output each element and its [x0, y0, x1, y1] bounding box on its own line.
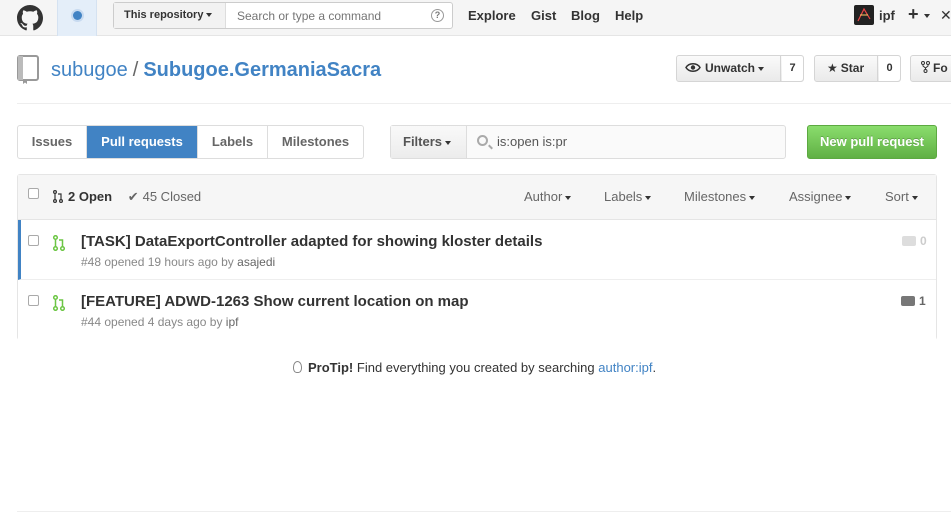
star-button-group: ★ Star 0: [814, 55, 901, 82]
closed-filter-link[interactable]: ✔ 45 Closed: [128, 189, 201, 204]
comment-icon: [901, 296, 915, 306]
list-item: [FEATURE] ADWD-1263 Show current locatio…: [18, 280, 936, 340]
row-checkbox[interactable]: [28, 235, 39, 246]
nav-blog[interactable]: Blog: [571, 8, 600, 23]
pull-request-title-link[interactable]: [TASK] DataExportController adapted for …: [81, 233, 542, 250]
select-all-checkbox[interactable]: [28, 188, 39, 199]
author-link[interactable]: asajedi: [237, 255, 275, 269]
author-link[interactable]: ipf: [226, 315, 239, 329]
avatar[interactable]: [854, 5, 874, 25]
pull-request-icon: [53, 235, 65, 251]
search-icon: [477, 135, 488, 146]
unwatch-button[interactable]: Unwatch: [677, 56, 781, 81]
author-filter[interactable]: Author: [524, 189, 572, 204]
filters-dropdown[interactable]: Filters: [391, 126, 467, 158]
eye-icon: [685, 63, 701, 72]
chevron-down-icon: [758, 66, 765, 71]
labels-filter[interactable]: Labels: [604, 189, 652, 204]
nav-explore[interactable]: Explore: [468, 8, 516, 23]
light-bulb-icon: [293, 361, 302, 373]
pull-request-title-link[interactable]: [FEATURE] ADWD-1263 Show current locatio…: [81, 293, 469, 310]
assignee-filter[interactable]: Assignee: [789, 189, 852, 204]
repo-separator: /: [132, 59, 139, 81]
tab-issues[interactable]: Issues: [18, 126, 87, 158]
nav-help[interactable]: Help: [615, 8, 643, 23]
help-icon[interactable]: ?: [431, 9, 444, 22]
chevron-down-icon: [924, 14, 930, 18]
list-item: [TASK] DataExportController adapted for …: [18, 220, 936, 280]
chevron-down-icon: [749, 195, 756, 200]
chevron-down-icon: [911, 195, 918, 200]
notifications-button[interactable]: [57, 0, 97, 36]
comment-icon: [902, 236, 916, 246]
milestones-filter[interactable]: Milestones: [684, 189, 756, 204]
star-button[interactable]: ★ Star: [815, 56, 878, 81]
new-pull-request-button[interactable]: New pull request: [807, 125, 937, 159]
user-name[interactable]: ipf: [879, 8, 895, 23]
plus-icon[interactable]: +: [908, 4, 919, 25]
fork-button[interactable]: Fo: [911, 56, 951, 81]
pull-request-meta: #44 opened 4 days ago by ipf: [81, 315, 239, 329]
open-filter-link[interactable]: 2 Open: [53, 189, 116, 204]
divider: [17, 511, 951, 512]
check-icon: ✔: [127, 189, 139, 204]
pull-request-icon: [53, 190, 63, 203]
filter-query-input[interactable]: is:open is:pr: [497, 126, 567, 158]
row-checkbox[interactable]: [28, 295, 39, 306]
search-scope-dropdown[interactable]: This repository: [114, 3, 226, 28]
repo-icon: [17, 55, 39, 84]
subnav-tabs: Issues Pull requests Labels Milestones: [17, 125, 364, 159]
search-input[interactable]: [227, 3, 427, 28]
tab-labels[interactable]: Labels: [198, 126, 268, 158]
list-header: 2 Open ✔ 45 Closed Author Labels Mileston…: [18, 175, 936, 220]
comment-count[interactable]: 0: [902, 234, 927, 248]
divider: [17, 103, 951, 104]
site-search: This repository ?: [113, 2, 453, 29]
avatar-image-icon: [857, 7, 871, 22]
repo-name-link[interactable]: Subugoe.GermaniaSacra: [143, 59, 381, 81]
tools-icon[interactable]: ✕: [940, 7, 951, 24]
watch-count[interactable]: 7: [782, 56, 803, 81]
nav-gist[interactable]: Gist: [531, 8, 556, 23]
repo-title: subugoe / Subugoe.GermaniaSacra: [51, 59, 381, 82]
comment-count[interactable]: 1: [901, 294, 926, 308]
chevron-down-icon: [206, 13, 213, 18]
state-toggle: 2 Open ✔ 45 Closed: [53, 189, 201, 205]
pull-request-list: 2 Open ✔ 45 Closed Author Labels Mileston…: [17, 174, 937, 340]
star-count[interactable]: 0: [879, 56, 900, 81]
chevron-down-icon: [845, 195, 852, 200]
fork-button-group: Fo: [910, 55, 951, 82]
chevron-down-icon: [445, 140, 452, 145]
sort-filter[interactable]: Sort: [885, 189, 918, 204]
pull-request-icon: [53, 295, 65, 311]
star-icon: ★: [827, 61, 838, 75]
protip-search-link[interactable]: author:ipf: [598, 360, 652, 375]
fork-icon: [921, 61, 930, 73]
tab-milestones[interactable]: Milestones: [268, 126, 363, 158]
notification-dot-icon: [73, 11, 82, 20]
chevron-down-icon: [645, 195, 652, 200]
site-header: This repository ? Explore Gist Blog Help…: [0, 0, 951, 36]
repo-owner-link[interactable]: subugoe: [51, 59, 128, 81]
filter-bar: Filters is:open is:pr: [390, 125, 786, 159]
tab-pull-requests[interactable]: Pull requests: [87, 126, 198, 158]
pull-request-meta: #48 opened 19 hours ago by asajedi: [81, 255, 276, 269]
github-logo-icon[interactable]: [17, 5, 43, 31]
protip: ProTip! Find everything you created by s…: [293, 360, 656, 375]
watch-button-group: Unwatch 7: [676, 55, 804, 82]
chevron-down-icon: [565, 195, 572, 200]
